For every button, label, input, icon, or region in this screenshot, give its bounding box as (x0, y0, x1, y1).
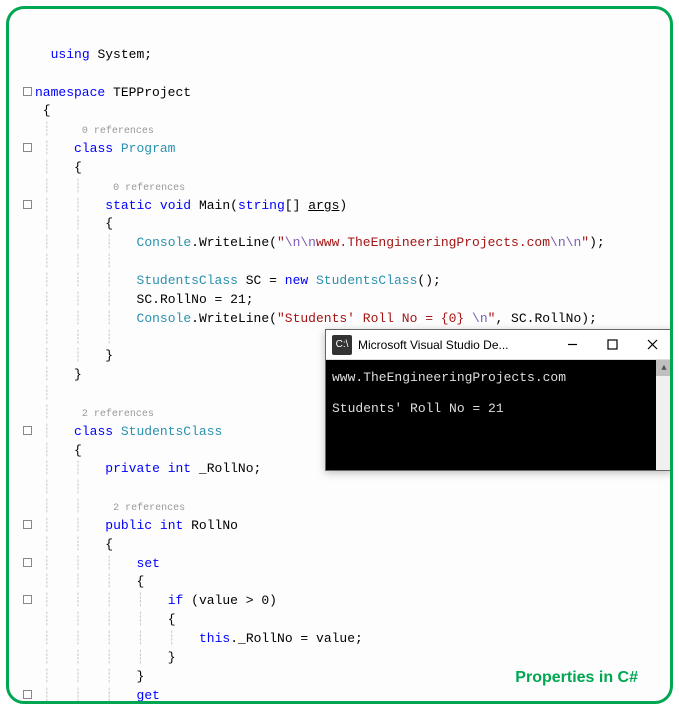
close-button[interactable] (632, 330, 672, 360)
maximize-button[interactable] (592, 330, 632, 360)
minimize-button[interactable] (552, 330, 592, 360)
fold-icon[interactable] (23, 426, 32, 435)
codelens-ref[interactable]: 2 references (82, 409, 154, 420)
console-window: C:\ Microsoft Visual Studio De... ▲ www.… (325, 329, 673, 471)
caption-label: Properties in C# (515, 669, 638, 687)
window-title: Microsoft Visual Studio De... (358, 338, 552, 352)
codelens-ref[interactable]: 0 references (82, 126, 154, 137)
console-line: Students' Roll No = 21 (332, 401, 664, 416)
keyword-using: using (51, 47, 90, 62)
titlebar[interactable]: C:\ Microsoft Visual Studio De... (326, 330, 672, 360)
app-icon: C:\ (332, 335, 352, 355)
scroll-up-icon[interactable]: ▲ (656, 360, 672, 376)
scrollbar-track[interactable]: ▲ (656, 360, 672, 470)
fold-icon[interactable] (23, 690, 32, 699)
fold-icon[interactable] (23, 143, 32, 152)
code-frame: using System; namespace TEPProject { ┊ 0… (6, 6, 673, 704)
console-output: ▲ www.TheEngineeringProjects.com Student… (326, 360, 672, 470)
fold-icon[interactable] (23, 520, 32, 529)
keyword-namespace: namespace (35, 85, 105, 100)
console-line: www.TheEngineeringProjects.com (332, 370, 664, 385)
fold-icon[interactable] (23, 87, 32, 96)
fold-icon[interactable] (23, 200, 32, 209)
fold-icon[interactable] (23, 558, 32, 567)
fold-icon[interactable] (23, 595, 32, 604)
codelens-ref[interactable]: 2 references (113, 503, 185, 514)
codelens-ref[interactable]: 0 references (113, 183, 185, 194)
